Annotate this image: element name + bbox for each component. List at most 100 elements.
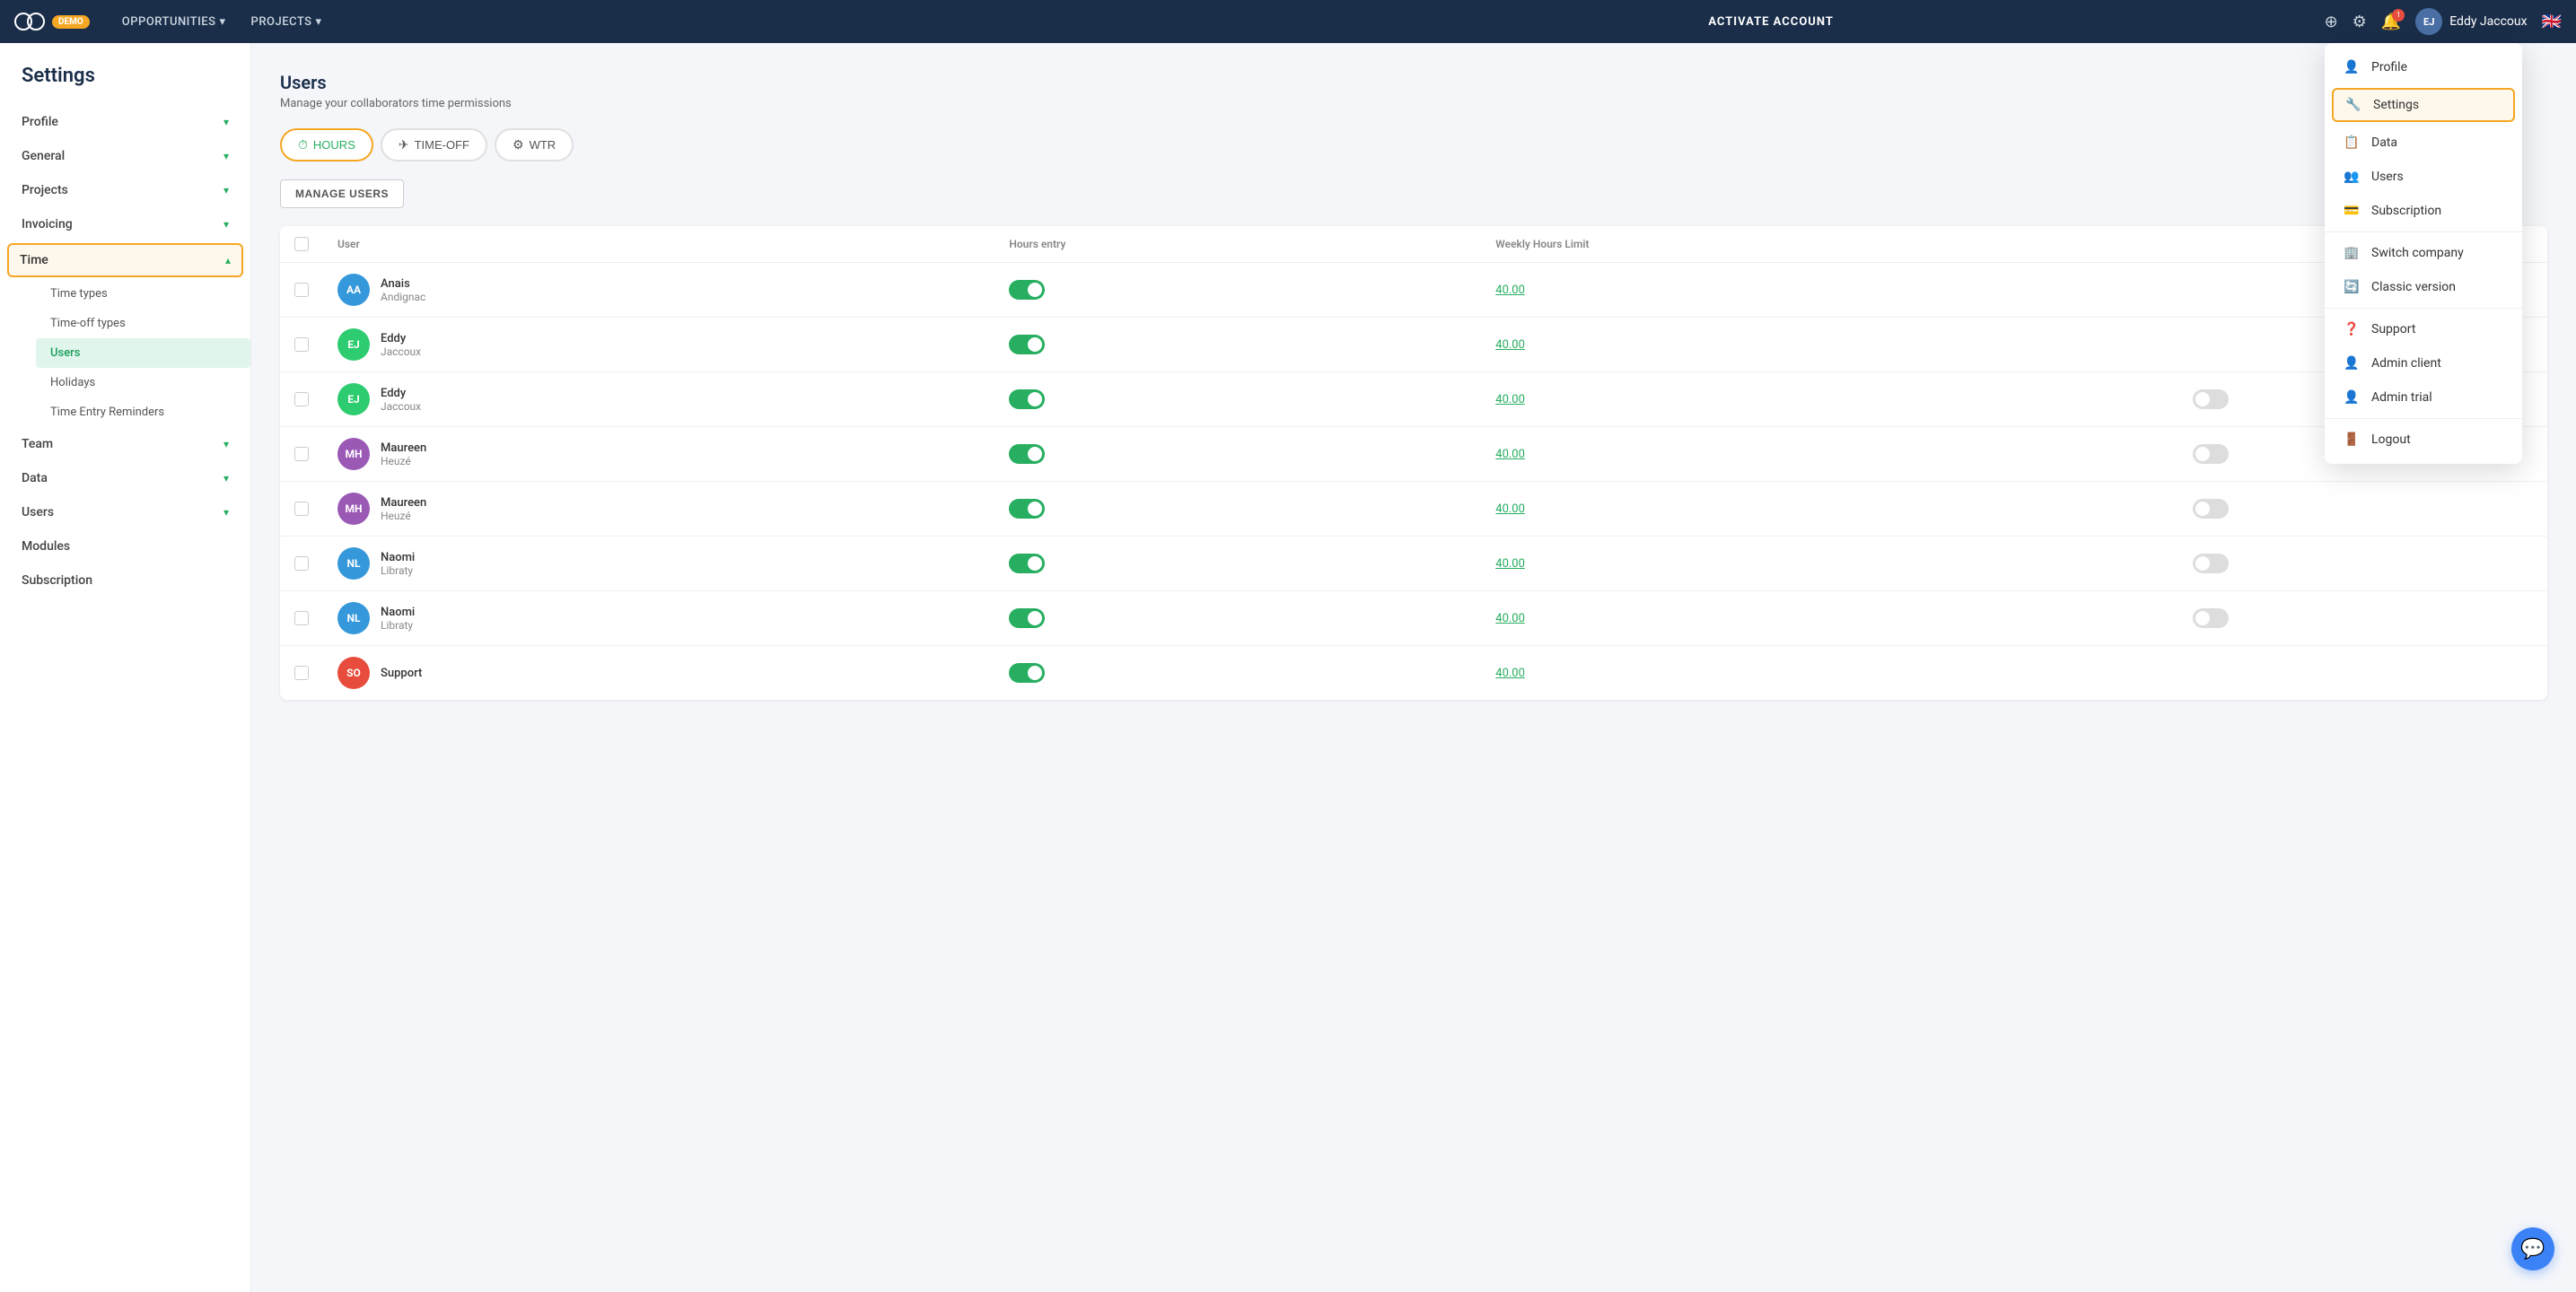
- weekly-limit-value[interactable]: 40.00: [1495, 284, 1525, 297]
- dropdown-users[interactable]: 👥 Users: [2325, 160, 2522, 194]
- sidebar-item-general[interactable]: General ▾: [0, 139, 250, 173]
- extra-toggle[interactable]: [2193, 444, 2229, 464]
- row-checkbox[interactable]: [294, 556, 309, 571]
- hours-icon: ⏱: [298, 137, 308, 153]
- hours-entry-toggle[interactable]: [1009, 444, 1045, 464]
- dropdown-classic-version[interactable]: 🔄 Classic version: [2325, 270, 2522, 304]
- table-row: MH Maureen Heuzé 40.00: [280, 427, 2547, 482]
- sidebar-item-modules[interactable]: Modules: [0, 529, 250, 563]
- avatar: EJ: [337, 383, 370, 415]
- nav-opportunities[interactable]: OPPORTUNITIES ▾: [111, 8, 237, 36]
- user-cell: NL Naomi Libraty: [337, 602, 980, 634]
- dropdown-switch-company[interactable]: 🏢 Switch company: [2325, 236, 2522, 270]
- hours-entry-toggle[interactable]: [1009, 663, 1045, 683]
- row-checkbox[interactable]: [294, 666, 309, 680]
- main-content: Users Manage your collaborators time per…: [251, 43, 2576, 1292]
- user-name-block: Naomi Libraty: [381, 551, 415, 577]
- sidebar-item-team[interactable]: Team ▾: [0, 427, 250, 461]
- sidebar-item-subscription[interactable]: Subscription: [0, 563, 250, 598]
- table-row: NL Naomi Libraty 40.00: [280, 537, 2547, 591]
- sidebar-item-projects[interactable]: Projects ▾: [0, 173, 250, 207]
- user-firstname: Maureen: [381, 496, 426, 510]
- dropdown-logout[interactable]: 🚪 Logout: [2325, 423, 2522, 457]
- user-menu-trigger[interactable]: EJ Eddy Jaccoux: [2415, 8, 2527, 35]
- avatar: MH: [337, 493, 370, 525]
- col-user: User: [323, 226, 994, 263]
- row-checkbox[interactable]: [294, 283, 309, 297]
- avatar: EJ: [337, 328, 370, 361]
- nav-right: ⊕ ⚙ 🔔 1 EJ Eddy Jaccoux 🇬🇧: [2325, 8, 2562, 35]
- sidebar-item-invoicing[interactable]: Invoicing ▾: [0, 207, 250, 241]
- demo-badge: DEMO: [52, 15, 90, 29]
- dropdown-profile[interactable]: 👤 Profile: [2325, 50, 2522, 84]
- weekly-limit-value[interactable]: 40.00: [1495, 612, 1525, 625]
- notifications-button[interactable]: 🔔 1: [2381, 13, 2401, 31]
- sidebar-item-data[interactable]: Data ▾: [0, 461, 250, 495]
- hours-entry-toggle[interactable]: [1009, 554, 1045, 573]
- language-flag[interactable]: 🇬🇧: [2542, 13, 2562, 31]
- sidebar: Settings Profile ▾ General ▾ Projects ▾ …: [0, 43, 251, 1292]
- hours-entry-toggle[interactable]: [1009, 608, 1045, 628]
- logo-area[interactable]: DEMO: [14, 13, 90, 31]
- user-lastname: Jaccoux: [381, 345, 421, 358]
- row-checkbox[interactable]: [294, 502, 309, 516]
- sidebar-item-users-top[interactable]: Users ▾: [0, 495, 250, 529]
- sidebar-item-users[interactable]: Users: [36, 338, 250, 368]
- hours-entry-toggle[interactable]: [1009, 389, 1045, 409]
- activate-account-button[interactable]: ACTIVATE ACCOUNT: [1708, 15, 1834, 29]
- weekly-limit-value[interactable]: 40.00: [1495, 393, 1525, 406]
- logo-icon: [14, 13, 45, 31]
- user-name-block: Eddy Jaccoux: [381, 387, 421, 413]
- user-dropdown-menu: 👤 Profile 🔧 Settings 📋 Data 👥 Users 💳 Su…: [2325, 43, 2522, 464]
- select-all-checkbox[interactable]: [294, 237, 309, 251]
- row-checkbox[interactable]: [294, 337, 309, 352]
- dropdown-settings[interactable]: 🔧 Settings: [2332, 88, 2515, 122]
- weekly-limit-value[interactable]: 40.00: [1495, 667, 1525, 680]
- section-subtitle: Manage your collaborators time permissio…: [280, 97, 2547, 110]
- sidebar-item-profile[interactable]: Profile ▾: [0, 105, 250, 139]
- manage-users-button[interactable]: MANAGE USERS: [280, 179, 404, 208]
- sidebar-item-time[interactable]: Time ▴: [7, 243, 243, 277]
- user-firstname: Anais: [381, 277, 425, 291]
- weekly-limit-value[interactable]: 40.00: [1495, 502, 1525, 516]
- extra-toggle[interactable]: [2193, 554, 2229, 573]
- dropdown-subscription[interactable]: 💳 Subscription: [2325, 194, 2522, 228]
- row-checkbox[interactable]: [294, 611, 309, 625]
- sidebar-item-time-entry-reminders[interactable]: Time Entry Reminders: [36, 397, 250, 427]
- tab-hours[interactable]: ⏱ HOURS: [280, 128, 373, 162]
- dropdown-support[interactable]: ❓ Support: [2325, 312, 2522, 346]
- sidebar-item-holidays[interactable]: Holidays: [36, 368, 250, 397]
- weekly-limit-value[interactable]: 40.00: [1495, 338, 1525, 352]
- nav-projects[interactable]: PROJECTS ▾: [241, 8, 333, 36]
- wrench-icon: 🔧: [2344, 98, 2362, 112]
- dropdown-admin-trial[interactable]: 👤 Admin trial: [2325, 380, 2522, 415]
- tabs-bar: ⏱ HOURS ✈ TIME-OFF ⚙ WTR: [280, 128, 2547, 162]
- add-icon[interactable]: ⊕: [2325, 13, 2338, 31]
- hours-entry-toggle[interactable]: [1009, 335, 1045, 354]
- company-icon: 🏢: [2343, 246, 2361, 260]
- dropdown-data[interactable]: 📋 Data: [2325, 126, 2522, 160]
- notification-count: 1: [2392, 9, 2405, 22]
- row-checkbox[interactable]: [294, 447, 309, 461]
- user-name: Eddy Jaccoux: [2449, 14, 2527, 29]
- divider2: [2325, 308, 2522, 309]
- extra-toggle[interactable]: [2193, 499, 2229, 519]
- sidebar-item-time-types[interactable]: Time types: [36, 279, 250, 309]
- hours-entry-toggle[interactable]: [1009, 280, 1045, 300]
- weekly-limit-value[interactable]: 40.00: [1495, 557, 1525, 571]
- extra-toggle[interactable]: [2193, 389, 2229, 409]
- user-cell: MH Maureen Heuzé: [337, 493, 980, 525]
- sidebar-item-time-off-types[interactable]: Time-off types: [36, 309, 250, 338]
- tab-time-off[interactable]: ✈ TIME-OFF: [381, 128, 487, 162]
- chat-button[interactable]: 💬: [2511, 1227, 2554, 1270]
- weekly-limit-value[interactable]: 40.00: [1495, 448, 1525, 461]
- admin-trial-icon: 👤: [2343, 390, 2361, 405]
- dropdown-admin-client[interactable]: 👤 Admin client: [2325, 346, 2522, 380]
- tab-wtr[interactable]: ⚙ WTR: [495, 128, 574, 162]
- table-row: SO Support 40.00: [280, 646, 2547, 701]
- row-checkbox[interactable]: [294, 392, 309, 406]
- extra-toggle[interactable]: [2193, 608, 2229, 628]
- settings-icon[interactable]: ⚙: [2353, 13, 2367, 31]
- avatar: AA: [337, 274, 370, 306]
- hours-entry-toggle[interactable]: [1009, 499, 1045, 519]
